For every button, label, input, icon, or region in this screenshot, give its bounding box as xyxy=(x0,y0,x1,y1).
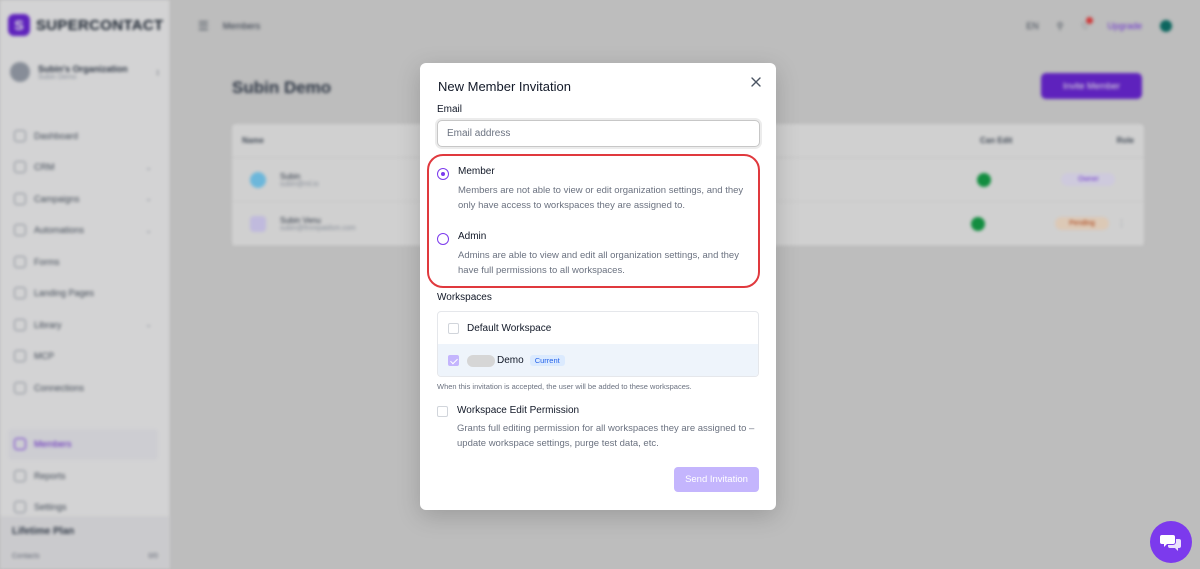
current-badge: Current xyxy=(529,355,565,366)
workspace-name: Default Workspace xyxy=(467,322,552,334)
chat-bubbles-icon xyxy=(1160,535,1181,551)
dialog-title: New Member Invitation xyxy=(438,79,571,94)
role-description: Members are not able to view or edit org… xyxy=(458,185,744,211)
member-radio[interactable] xyxy=(437,168,449,180)
close-icon[interactable] xyxy=(748,74,764,90)
send-invitation-button[interactable]: Send Invitation xyxy=(674,467,759,492)
new-member-invitation-dialog: New Member Invitation Email Member Membe… xyxy=(420,63,776,510)
role-name: Member xyxy=(458,166,495,177)
role-description: Admins are able to view and edit all org… xyxy=(458,250,739,276)
workspaces-label: Workspaces xyxy=(437,292,492,303)
chat-support-button[interactable] xyxy=(1150,521,1192,563)
workspace-checkbox[interactable] xyxy=(448,322,459,334)
redacted-text xyxy=(467,354,495,367)
workspace-list: Default Workspace Demo Current xyxy=(437,311,759,377)
edit-permission-checkbox[interactable] xyxy=(437,406,448,417)
permission-description: Grants full editing permission for all w… xyxy=(457,423,755,449)
email-label: Email xyxy=(437,104,463,115)
email-field[interactable] xyxy=(437,120,760,147)
admin-radio[interactable] xyxy=(437,233,449,245)
role-name: Admin xyxy=(458,231,487,242)
workspace-item-default[interactable]: Default Workspace xyxy=(438,312,758,344)
permission-name: Workspace Edit Permission xyxy=(457,405,580,416)
workspaces-help-text: When this invitation is accepted, the us… xyxy=(437,382,692,391)
workspace-name: Demo xyxy=(497,355,524,366)
workspace-checkbox[interactable] xyxy=(448,355,459,366)
workspace-item-demo[interactable]: Demo Current xyxy=(438,344,758,376)
